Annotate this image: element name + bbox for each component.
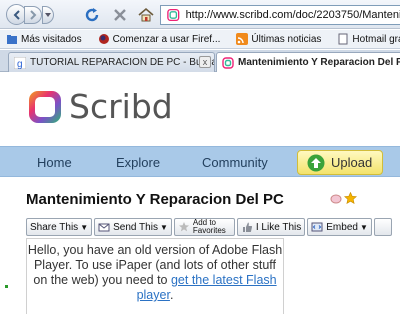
scribd-logo-text: Scribd <box>69 87 173 126</box>
reload-icon <box>85 8 99 22</box>
upload-button[interactable]: Upload <box>297 150 383 175</box>
embed-icon <box>311 222 323 232</box>
nav-home-link[interactable]: Home <box>37 155 72 170</box>
bookmark-latest-news[interactable]: Últimas noticias <box>230 33 321 45</box>
bookmark-label: Últimas noticias <box>251 33 322 45</box>
share-label: Share This <box>30 221 79 233</box>
bookmark-getting-started[interactable]: Comenzar a usar Firef... <box>92 33 221 45</box>
home-button[interactable] <box>136 5 156 25</box>
flash-notice-text: Hello, you have an old version of Adobe … <box>27 243 283 303</box>
scribd-logo-mark-icon <box>29 90 61 123</box>
forward-button[interactable] <box>24 6 42 24</box>
envelope-icon <box>98 223 110 232</box>
bookmark-label: Más visitados <box>21 33 82 45</box>
send-this-button[interactable]: Send This ▼ <box>94 218 172 236</box>
flash-player-notice: Hello, you have an old version of Adobe … <box>26 238 284 314</box>
upload-arrow-icon <box>307 154 325 171</box>
nav-explore-link[interactable]: Explore <box>116 155 160 170</box>
chevron-down-icon: ▼ <box>159 222 168 232</box>
nav-community-link[interactable]: Community <box>202 155 268 170</box>
page-icon <box>338 33 348 45</box>
bookmark-hotmail[interactable]: Hotmail gratuito <box>331 33 400 45</box>
upload-label: Upload <box>331 155 373 170</box>
thumbs-up-icon <box>242 222 252 232</box>
add-to-favorites-button[interactable]: Add to Favorites <box>173 218 235 236</box>
folder-icon <box>7 35 17 44</box>
tab-title: TUTORIAL REPARACION DE PC - Busca... <box>30 57 215 68</box>
chevron-down-icon <box>45 13 51 17</box>
chevron-down-icon: ▼ <box>359 222 368 232</box>
send-label: Send This <box>113 221 158 233</box>
chevron-down-icon: ▼ <box>80 222 89 232</box>
embed-label: Embed <box>326 221 358 233</box>
navigation-toolbar: http://www.scribd.com/doc/2203750/Manten… <box>0 0 400 29</box>
firefox-icon <box>98 34 109 44</box>
rss-feed-icon <box>236 33 249 45</box>
tab-tutorial-search[interactable]: g TUTORIAL REPARACION DE PC - Busca... x <box>8 52 215 72</box>
reload-button[interactable] <box>82 5 102 25</box>
scribd-logo[interactable]: Scribd <box>27 87 173 126</box>
home-icon <box>138 7 154 22</box>
scribd-favicon-icon <box>222 56 234 69</box>
url-text[interactable]: http://www.scribd.com/doc/2203750/Manten… <box>186 9 400 21</box>
more-button[interactable] <box>373 218 392 236</box>
close-tab-icon[interactable]: x <box>199 56 211 68</box>
tab-title: Mantenimiento Y Reparacion Del P <box>238 57 400 68</box>
history-dropdown-button[interactable] <box>42 6 54 24</box>
bookmark-label: Hotmail gratuito <box>352 33 400 45</box>
i-like-this-button[interactable]: I Like This <box>236 218 306 236</box>
address-bar[interactable]: http://www.scribd.com/doc/2203750/Manten… <box>160 5 400 25</box>
site-favicon-icon <box>167 8 180 22</box>
stop-button[interactable] <box>110 5 130 25</box>
back-arrow-icon <box>13 9 20 20</box>
favorites-star-icon <box>178 222 189 232</box>
title-actions <box>330 192 357 204</box>
like-label: I Like This <box>255 221 302 233</box>
page-marker <box>5 285 8 288</box>
embed-button[interactable]: Embed ▼ <box>307 218 372 236</box>
page-content: Scribd Home Explore Community Upload Man… <box>0 73 400 314</box>
share-this-button[interactable]: Share This ▼ <box>26 218 93 236</box>
add-favorites-label: Add to Favorites <box>192 218 226 235</box>
tab-strip: g TUTORIAL REPARACION DE PC - Busca... x… <box>0 50 400 72</box>
tab-scribd-doc[interactable]: Mantenimiento Y Reparacion Del P <box>216 52 400 72</box>
bookmark-tag-icon[interactable] <box>330 192 342 204</box>
bookmark-label: Comenzar a usar Firef... <box>112 33 221 45</box>
flash-message-end: . <box>169 288 174 302</box>
star-icon[interactable] <box>344 192 357 204</box>
site-main-nav: Home Explore Community Upload <box>0 146 400 177</box>
document-title: Mantenimiento Y Reparacion Del PC <box>26 191 284 208</box>
document-toolbar: Share This ▼ Send This ▼ Add to Favorite… <box>26 218 400 236</box>
google-favicon-icon: g <box>14 56 26 69</box>
forward-arrow-icon <box>30 10 37 20</box>
bookmarks-toolbar: Más visitados Comenzar a usar Firef... Ú… <box>0 30 400 49</box>
svg-text:g: g <box>17 59 23 69</box>
bookmark-most-visited[interactable]: Más visitados <box>0 33 82 45</box>
stop-icon <box>114 9 126 21</box>
